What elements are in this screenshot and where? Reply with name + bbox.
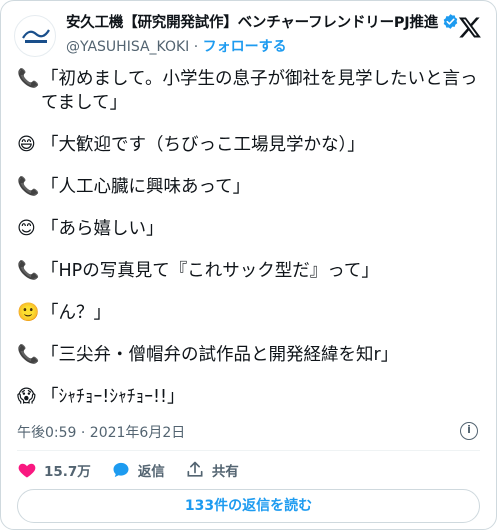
tweet-line: 📞 「初めまして。小学生の息子が御社を見学したいと言ってまして」 xyxy=(17,67,480,115)
author-name-row: 安久工機【研究開発試作】ベンチャーフレンドリーPJ推進 xyxy=(66,11,459,32)
slight-smile-icon: 🙂 xyxy=(17,302,40,323)
tweet-line-text: 「三尖弁・僧帽弁の試作品と開発経緯を知r」 xyxy=(41,345,399,365)
tweet-body: 📞 「初めまして。小学生の息子が御社を見学したいと言ってまして」 😄 「大歓迎で… xyxy=(17,67,480,427)
tweet-line: 📞 「人工心臓に興味あって」 xyxy=(17,175,480,199)
read-replies-button[interactable]: 133件の返信を読む xyxy=(17,489,480,523)
like-count: 15.7万 xyxy=(44,464,91,480)
tweet-line: 😱 「ｼｬﾁｮｰ!ｼｬﾁｮｰ!!」 xyxy=(17,385,480,409)
company-logo-icon xyxy=(22,29,50,43)
heart-icon xyxy=(18,463,36,478)
reply-label: 返信 xyxy=(137,464,165,480)
screaming-face-icon: 😱 xyxy=(17,386,36,407)
separator-dot: · xyxy=(193,39,199,55)
reply-bubble-icon xyxy=(113,462,129,478)
like-button[interactable]: 15.7万 xyxy=(17,460,91,480)
author-handle[interactable]: @YASUHISA_KOKI xyxy=(66,39,189,55)
telephone-icon: 📞 xyxy=(17,176,40,197)
tweet-line: 🙂 「ん？」 xyxy=(17,301,480,325)
follow-button[interactable]: フォローする xyxy=(203,39,287,55)
tweet-header: 安久工機【研究開発試作】ベンチャーフレンドリーPJ推進 @YASUHISA_KO… xyxy=(14,11,484,57)
tweet-line-text: 「あら嬉しい」 xyxy=(41,219,164,239)
tweet-line-text: 「ん？」 xyxy=(41,303,111,323)
tweet-line-text: 「初めまして。小学生の息子が御社を見学したいと言ってまして」 xyxy=(41,69,478,113)
telephone-icon: 📞 xyxy=(17,68,40,89)
tweet-line: 😊 「あら嬉しい」 xyxy=(17,217,480,241)
tweet-line: 📞 「三尖弁・僧帽弁の試作品と開発経緯を知r」 xyxy=(17,343,480,367)
share-button[interactable]: 共有 xyxy=(185,460,239,480)
tweet-timestamp[interactable]: 午後0:59 · 2021年6月2日 xyxy=(17,422,185,442)
tweet-line: 📞 「HPの写真見て『これサック型だ』って」 xyxy=(17,259,480,283)
tweet-line: 😄 「大歓迎です（ちびっこ工場見学かな）」 xyxy=(17,133,480,157)
author-handle-row: @YASUHISA_KOKI · フォローする xyxy=(66,36,287,56)
reply-button[interactable]: 返信 xyxy=(111,460,165,480)
x-logo-icon[interactable] xyxy=(458,15,482,39)
telephone-icon: 📞 xyxy=(17,344,40,365)
tweet-card: 安久工機【研究開発試作】ベンチャーフレンドリーPJ推進 @YASUHISA_KO… xyxy=(0,0,497,530)
tweet-line-text: 「大歓迎です（ちびっこ工場見学かな）」 xyxy=(41,135,365,155)
action-bar: 15.7万 返信 共有 xyxy=(17,459,259,481)
verified-badge-icon xyxy=(443,14,458,29)
telephone-icon: 📞 xyxy=(17,260,40,281)
avatar[interactable] xyxy=(14,15,56,57)
info-icon[interactable]: i xyxy=(460,422,478,440)
grinning-face-icon: 😄 xyxy=(17,134,36,155)
author-name[interactable]: 安久工機【研究開発試作】ベンチャーフレンドリーPJ推進 xyxy=(66,11,438,32)
tweet-line-text: 「人工心臓に興味あって」 xyxy=(41,177,251,197)
share-label: 共有 xyxy=(211,464,239,480)
smiling-face-icon: 😊 xyxy=(17,218,36,239)
share-icon xyxy=(187,461,203,477)
tweet-line-text: 「HPの写真見て『これサック型だ』って」 xyxy=(41,261,379,281)
tweet-line-text: 「ｼｬﾁｮｰ!ｼｬﾁｮｰ!!」 xyxy=(41,387,185,407)
divider xyxy=(17,450,480,451)
